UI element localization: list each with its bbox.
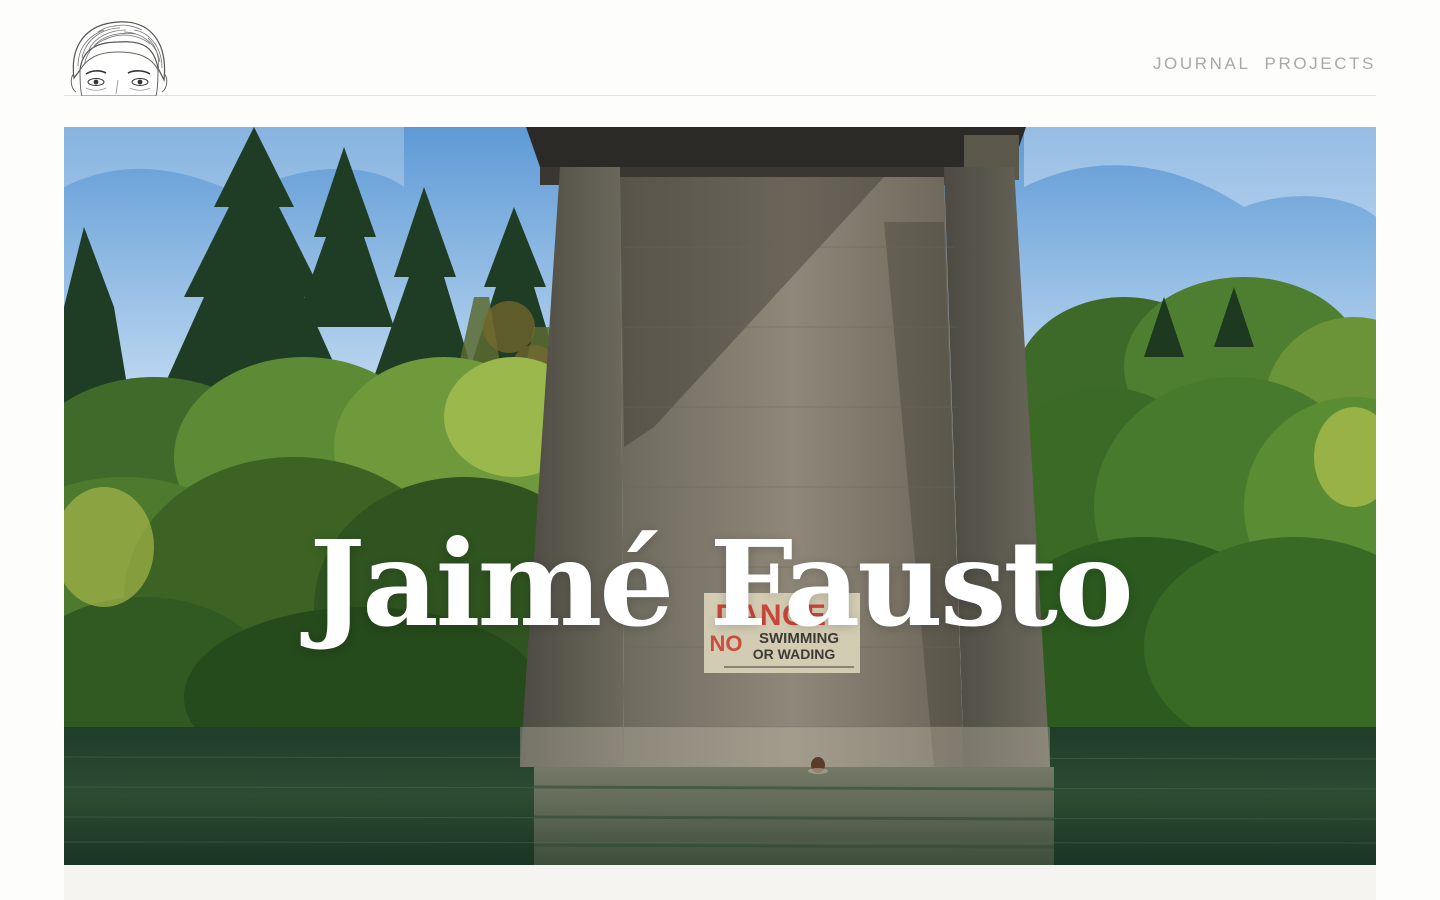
hero-banner: DANGER NO SWIMMING OR WADING Jaimé Faust…	[64, 127, 1376, 865]
danger-sign: DANGER NO SWIMMING OR WADING	[704, 593, 860, 673]
svg-text:SWIMMING: SWIMMING	[759, 630, 839, 647]
content-strip	[64, 865, 1376, 900]
svg-text:OR WADING: OR WADING	[753, 646, 836, 662]
hero-photo: DANGER NO SWIMMING OR WADING	[64, 127, 1376, 865]
portrait-sketch-icon	[70, 21, 168, 96]
avatar[interactable]	[64, 18, 172, 96]
nav-link-projects[interactable]: PROJECTS	[1265, 53, 1376, 75]
site-header: JOURNAL PROJECTS	[64, 0, 1376, 96]
page: JOURNAL PROJECTS DANGER NO SWIMMING OR W…	[0, 0, 1440, 900]
top-nav: JOURNAL PROJECTS	[1153, 53, 1376, 75]
svg-text:DANGER: DANGER	[715, 599, 848, 632]
nav-link-journal[interactable]: JOURNAL	[1153, 53, 1251, 75]
svg-text:NO: NO	[710, 631, 743, 656]
